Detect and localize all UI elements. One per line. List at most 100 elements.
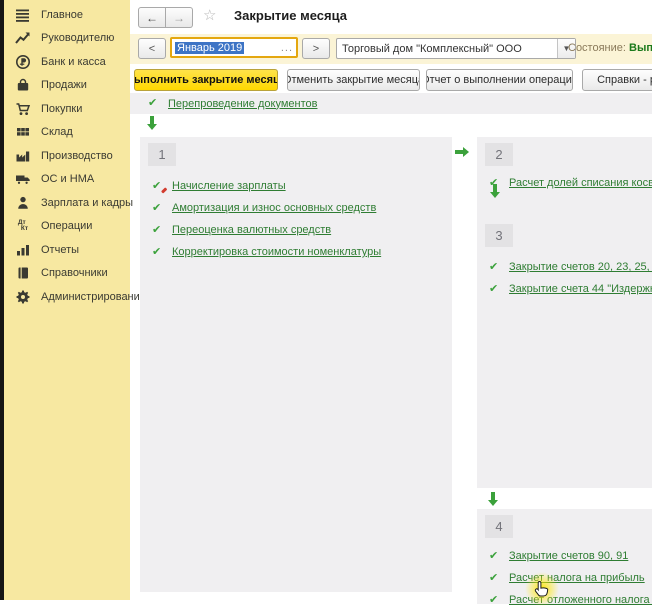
operation-row: Закрытие счетов 90, 91	[477, 545, 652, 567]
organization-value: Торговый дом "Комплексный" ООО	[342, 42, 522, 55]
operation-link[interactable]: Закрытие счетов 20, 23, 25, 26	[509, 261, 652, 273]
forward-arrow-icon: →	[173, 10, 185, 25]
check-icon	[489, 282, 502, 296]
operation-link[interactable]: Корректировка стоимости номенклатуры	[172, 246, 381, 258]
operation-row: Закрытие счета 44 "Издержки обращения"	[477, 278, 652, 300]
factory-icon	[15, 148, 31, 164]
back-button[interactable]: ←	[138, 7, 166, 28]
back-arrow-icon: ←	[146, 10, 158, 25]
sidebar-item-fixed-assets[interactable]: ОС и НМА	[0, 168, 130, 192]
check-icon	[489, 549, 502, 563]
operation-link[interactable]: Начисление зарплаты	[172, 180, 286, 192]
menu-icon	[15, 7, 31, 23]
block-number: 2	[485, 143, 513, 166]
operation-row: Расчет налога на прибыль	[477, 567, 652, 589]
reposting-row: Перепроведение документов	[130, 93, 652, 114]
sidebar-item-reports[interactable]: Отчеты	[0, 238, 130, 262]
check-icon	[489, 593, 502, 607]
grid-icon	[15, 124, 31, 140]
execute-closing-button[interactable]: Выполнить закрытие месяца	[134, 69, 278, 91]
sidebar-item-label: Руководителю	[41, 32, 115, 45]
operation-link[interactable]: Переоценка валютных средств	[172, 224, 331, 236]
operation-link[interactable]: Расчет долей списания косвенных расходов	[509, 177, 652, 189]
sidebar-item-label: Справочники	[41, 267, 108, 280]
status-line: Состояние: Выполнено	[568, 42, 652, 54]
sidebar-item-label: Склад	[41, 126, 73, 139]
sidebar-item-purchases[interactable]: Покупки	[0, 97, 130, 121]
sidebar-item-sales[interactable]: Продажи	[0, 74, 130, 98]
sidebar-item-label: Операции	[41, 220, 93, 233]
sidebar-item-label: Продажи	[41, 79, 87, 92]
truck-icon	[15, 171, 31, 187]
operation-row: Амортизация и износ основных средств	[140, 197, 452, 219]
flow-right-arrow-icon	[455, 146, 469, 157]
sidebar-item-label: Главное	[41, 8, 84, 21]
person-icon	[15, 195, 31, 211]
block-number: 3	[485, 224, 513, 247]
flow-down-arrow-icon	[146, 116, 157, 130]
sidebar-item-directories[interactable]: Справочники	[0, 262, 130, 286]
sidebar-item-warehouse[interactable]: Склад	[0, 121, 130, 145]
operation-row: Корректировка стоимости номенклатуры	[140, 241, 452, 263]
flow-down-arrow-icon	[487, 492, 498, 506]
block-2-3-panel: 2 Расчет долей списания косвенных расход…	[477, 137, 652, 488]
cancel-closing-button[interactable]: Отменить закрытие месяца	[287, 69, 420, 91]
sidebar-item-manager[interactable]: Руководителю	[0, 27, 130, 51]
month-closing-screen: { "colors": { "sidebar_bg": "#F7E8A1", "…	[0, 0, 652, 606]
check-icon	[489, 260, 502, 274]
ruble-coin-icon	[15, 54, 31, 70]
period-band: < Январь 2019 ... > Торговый дом "Компле…	[130, 34, 652, 64]
sidebar-item-production[interactable]: Производство	[0, 144, 130, 168]
sidebar-item-payroll-hr[interactable]: Зарплата и кадры	[0, 191, 134, 215]
operation-link[interactable]: Закрытие счетов 90, 91	[509, 550, 628, 562]
check-icon	[152, 245, 165, 259]
block-number: 4	[485, 515, 513, 538]
sidebar-item-bank-cash[interactable]: Банк и касса	[0, 50, 130, 74]
next-period-button[interactable]: >	[302, 38, 330, 59]
check-icon	[152, 223, 165, 237]
period-picker-ellipsis[interactable]: ...	[281, 42, 293, 54]
cart-icon	[15, 101, 31, 117]
organization-select[interactable]: Торговый дом "Комплексный" ООО ▼	[336, 38, 576, 59]
check-icon	[152, 201, 165, 215]
nav-history-group: ← →	[138, 7, 193, 28]
operation-row: Расчет отложенного налога по ПБУ 18	[477, 589, 652, 611]
operation-row: Закрытие счетов 20, 23, 25, 26	[477, 256, 652, 278]
operations-report-button[interactable]: Отчет о выполнении операций	[426, 69, 573, 91]
operation-row: Начисление зарплаты	[140, 175, 452, 197]
sidebar-item-administration[interactable]: Администрирование	[0, 285, 146, 309]
sidebar-item-main[interactable]: Главное	[0, 3, 130, 27]
book-icon	[15, 265, 31, 281]
flow-down-arrow-icon	[489, 184, 500, 198]
sidebar-item-label: Зарплата и кадры	[41, 196, 134, 209]
main-content: ← → ☆ Закрытие месяца < Январь 2019 ... …	[130, 0, 652, 606]
module-sidebar: Главное Руководителю Банк и касса Продаж…	[0, 0, 146, 600]
favorite-star-icon[interactable]: ☆	[203, 6, 216, 24]
sidebar-item-label: Покупки	[41, 102, 83, 115]
page-title: Закрытие месяца	[234, 8, 347, 23]
sidebar-item-operations[interactable]: Дт Кт Операции	[0, 215, 130, 239]
reposting-link[interactable]: Перепроведение документов	[168, 98, 317, 110]
trend-chart-icon	[15, 30, 31, 46]
operation-link[interactable]: Закрытие счета 44 "Издержки обращения"	[509, 283, 652, 295]
block-1-panel: 1 Начисление зарплаты Амортизация и изно…	[140, 137, 452, 592]
gear-icon	[15, 289, 31, 305]
operation-row: Переоценка валютных средств	[140, 219, 452, 241]
check-edited-icon	[152, 179, 165, 193]
block-4-panel: 4 Закрытие счетов 90, 91 Расчет налога н…	[477, 509, 652, 606]
period-input[interactable]: Январь 2019 ...	[170, 37, 298, 58]
mouse-cursor-hand-icon	[534, 580, 551, 602]
bar-chart-icon	[15, 242, 31, 258]
check-icon	[489, 571, 502, 585]
bag-icon	[15, 77, 31, 93]
forward-button[interactable]: →	[166, 7, 193, 28]
operation-link[interactable]: Амортизация и износ основных средств	[172, 202, 376, 214]
status-label: Состояние:	[568, 42, 626, 54]
prev-period-button[interactable]: <	[138, 38, 166, 59]
check-icon	[148, 96, 161, 110]
calc-references-button[interactable]: Справки - расчеты	[582, 69, 652, 91]
sidebar-item-label: ОС и НМА	[41, 173, 95, 186]
block-number: 1	[148, 143, 176, 166]
sidebar-item-label: Производство	[41, 149, 113, 162]
sidebar-edge	[0, 0, 4, 600]
